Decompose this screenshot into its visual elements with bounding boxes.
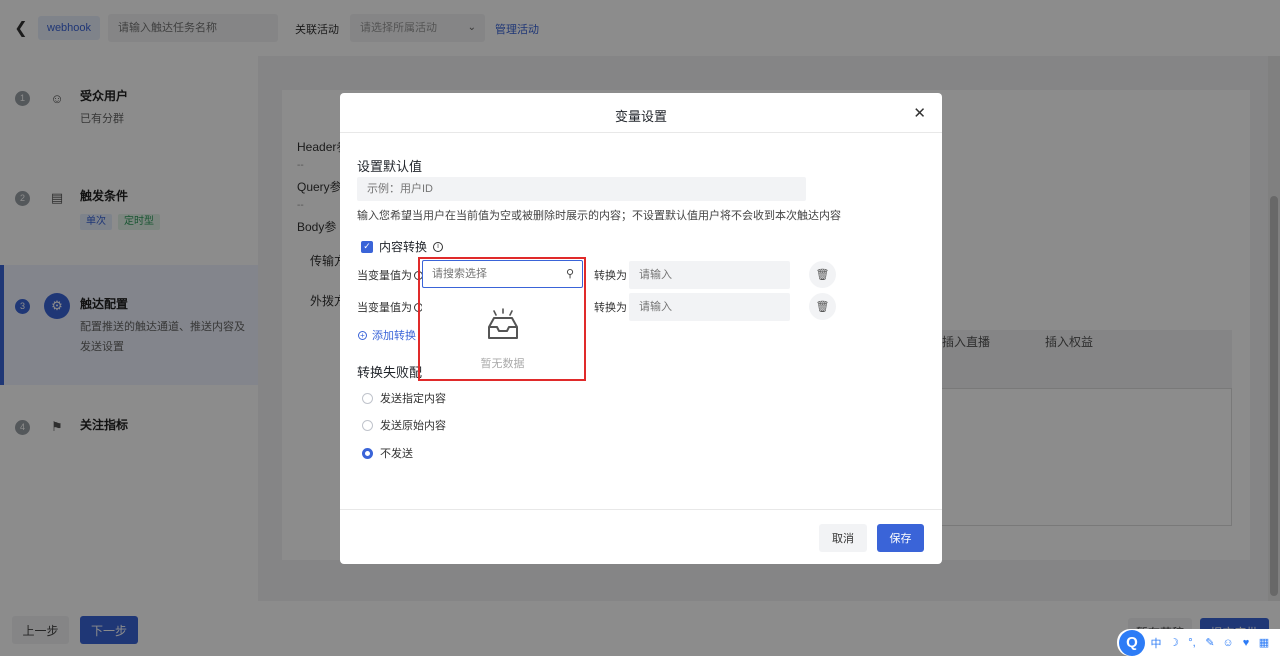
grid-icon[interactable]: ▦ [1257,636,1271,649]
convert-to-label: 转换为 [594,302,627,314]
trash-icon: 🗑 [815,269,830,281]
wrench-icon[interactable]: ✎ [1203,636,1217,649]
radio-label: 发送指定内容 [380,393,446,405]
default-value-hint: 输入您希望当用户在当前值为空或被删除时展示的内容；不设置默认值用户将不会收到本次… [357,210,841,222]
add-convert-label: 添加转换 [372,330,416,342]
radio-send-original[interactable]: 发送原始内容 [362,417,446,433]
ime-chinese-mode[interactable]: 中 [1149,635,1163,651]
add-convert-link[interactable]: + 添加转换 [358,327,416,343]
radio-button[interactable] [362,419,373,431]
modal-footer: 取消 保存 [340,509,942,564]
content-convert-checkbox-row[interactable]: ✓ 内容转换 i [361,238,444,255]
radio-button[interactable] [362,392,373,404]
content-convert-label: 内容转换 [379,240,428,254]
trash-icon: 🗑 [815,301,830,313]
default-value-section-title: 设置默认值 [357,159,423,174]
variable-value-label: 当变量值为 i [357,267,423,283]
skin-icon[interactable]: ♥ [1239,637,1253,649]
highlight-box [418,257,586,381]
cancel-button[interactable]: 取消 [819,524,867,552]
radio-send-specified[interactable]: 发送指定内容 [362,390,446,406]
variable-value-label-text: 当变量值为 [357,302,412,314]
fail-config-section-title: 转换失败配 [357,365,423,380]
modal-title: 变量设置 [614,109,667,124]
radio-label: 不发送 [380,448,413,460]
radio-no-send[interactable]: 不发送 [362,445,413,461]
convert-to-input[interactable] [629,261,790,289]
emoji-icon[interactable]: ☺ [1221,637,1235,649]
content-convert-checkbox[interactable]: ✓ [361,240,373,253]
variable-value-label-text: 当变量值为 [357,270,412,282]
moon-icon[interactable]: ☽ [1167,636,1181,649]
radio-button[interactable] [362,447,373,459]
plus-circle-icon: + [358,330,367,340]
punctuation-icon[interactable]: °, [1185,637,1199,649]
convert-to-input[interactable] [629,293,790,321]
modal-header: 变量设置 ✕ [340,93,942,133]
variable-value-label: 当变量值为 i [357,299,423,315]
convert-to-label: 转换为 [594,270,627,282]
ime-toolbar: Q 中 ☽ °, ✎ ☺ ♥ ▦ [1117,629,1280,656]
radio-label: 发送原始内容 [380,420,446,432]
delete-row-button[interactable]: 🗑 [809,261,836,288]
ime-logo-icon[interactable]: Q [1119,629,1145,656]
close-icon[interactable]: ✕ [913,104,926,122]
save-button[interactable]: 保存 [877,524,924,552]
default-value-input[interactable] [357,177,806,201]
delete-row-button[interactable]: 🗑 [809,293,836,320]
info-icon: i [433,241,444,252]
